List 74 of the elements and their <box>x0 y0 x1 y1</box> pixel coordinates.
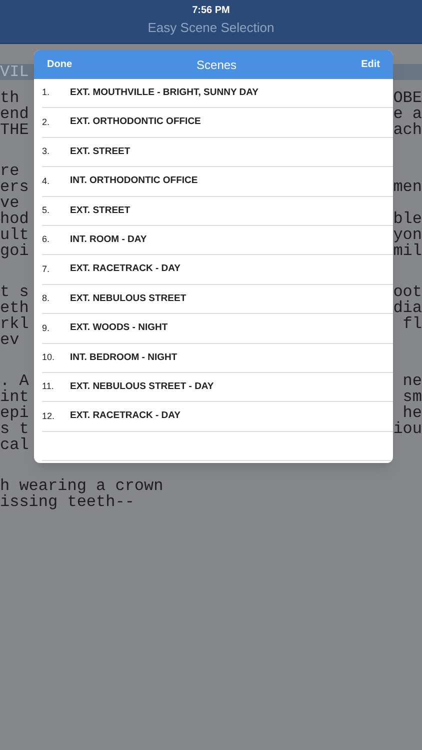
scene-number: 12. <box>42 410 56 423</box>
scene-heading-text: EXT. WOODS - NIGHT <box>70 321 168 336</box>
scene-number: 7. <box>42 262 51 276</box>
scene-row[interactable]: 12. EXT. RACETRACK - DAY <box>42 402 393 432</box>
script-text: fl <box>402 316 422 332</box>
script-text: men <box>393 179 422 195</box>
script-text: ne <box>402 373 422 389</box>
script-text: ble <box>393 211 422 227</box>
scene-heading-text: EXT. STREET <box>70 204 130 218</box>
script-text: cal <box>0 437 29 453</box>
script-text: s t <box>0 421 29 437</box>
scene-heading-text: EXT. NEBULOUS STREET <box>70 292 186 306</box>
scene-heading-text: EXT. ORTHODONTIC OFFICE <box>70 115 201 130</box>
scene-row[interactable]: 9. EXT. WOODS - NIGHT <box>42 314 393 344</box>
script-text: ers <box>0 179 29 195</box>
script-text: . A <box>0 373 29 389</box>
scene-row[interactable]: 6. INT. ROOM - DAY <box>42 226 393 256</box>
script-text: end <box>0 106 29 122</box>
scene-heading-text: EXT. STREET <box>70 144 130 159</box>
script-text: sm <box>402 389 422 405</box>
script-text: th <box>0 90 20 106</box>
scene-heading-text: INT. ORTHODONTIC OFFICE <box>70 174 198 188</box>
scene-number: 1. <box>42 86 51 100</box>
script-text: THE <box>0 122 29 138</box>
scene-heading-text: EXT. RACETRACK - DAY <box>70 262 180 276</box>
nav-title: Easy Scene Selection <box>148 20 274 36</box>
scene-heading-text: EXT. NEBULOUS STREET - DAY <box>70 380 214 394</box>
scene-number: 5. <box>42 204 51 217</box>
script-text: yon <box>393 227 422 243</box>
script-text: iou <box>393 421 422 437</box>
scene-row[interactable]: 1. EXT. MOUTHVILLE - BRIGHT, SUNNY DAY <box>42 79 393 108</box>
script-text: issing teeth-- <box>0 494 134 510</box>
status-time: 7:56 PM <box>192 4 230 18</box>
scene-row[interactable]: 5. EXT. STREET <box>42 196 393 226</box>
scene-number: 6. <box>42 233 51 246</box>
scene-row[interactable]: 4. INT. ORTHODONTIC OFFICE <box>42 167 393 197</box>
popover-title: Scenes <box>196 56 237 74</box>
scene-number: 3. <box>42 145 51 158</box>
scene-number: 2. <box>42 116 51 129</box>
scene-number: 9. <box>42 322 51 335</box>
script-text: ach <box>393 122 422 138</box>
scene-row[interactable]: 2. EXT. ORTHODONTIC OFFICE <box>42 108 393 138</box>
script-text: ve <box>0 195 20 211</box>
script-text: eth <box>0 300 29 316</box>
script-text: oot <box>393 284 422 300</box>
scene-heading-text: EXT. RACETRACK - DAY <box>70 409 180 424</box>
script-text: rkl <box>0 316 29 332</box>
script-text: he <box>402 405 422 421</box>
scene-row[interactable]: 10. INT. BEDROOM - NIGHT <box>42 344 393 373</box>
scene-heading-text: INT. BEDROOM - NIGHT <box>70 350 178 365</box>
scene-heading-text: EXT. MOUTHVILLE - BRIGHT, SUNNY DAY <box>70 86 258 100</box>
scene-number: 11. <box>42 380 55 394</box>
script-text: re <box>0 163 20 179</box>
script-text: e a <box>393 106 422 122</box>
script-text: mil <box>393 243 422 259</box>
script-text: goi <box>0 243 29 259</box>
script-text: dia <box>393 300 422 316</box>
scene-heading: VIL <box>0 64 29 80</box>
script-text: ev <box>0 332 20 348</box>
scene-row[interactable]: 11. EXT. NEBULOUS STREET - DAY <box>42 372 393 402</box>
scene-number: 4. <box>42 174 51 188</box>
scene-number: 10. <box>42 350 56 364</box>
script-text: ult <box>0 227 29 243</box>
scene-heading-text: INT. ROOM - DAY <box>70 233 147 248</box>
script-text: int <box>0 389 29 405</box>
script-text: t s <box>0 284 29 300</box>
script-text: h wearing a crown <box>0 478 164 494</box>
scene-row[interactable]: 7. EXT. RACETRACK - DAY <box>42 255 393 285</box>
script-text: OBE <box>393 90 422 106</box>
script-text: hod <box>0 211 29 227</box>
scene-row[interactable]: 3. EXT. STREET <box>42 138 393 168</box>
scene-number: 8. <box>42 292 51 306</box>
script-text: epi <box>0 405 29 421</box>
scene-row[interactable]: 8. EXT. NEBULOUS STREET <box>42 284 393 314</box>
